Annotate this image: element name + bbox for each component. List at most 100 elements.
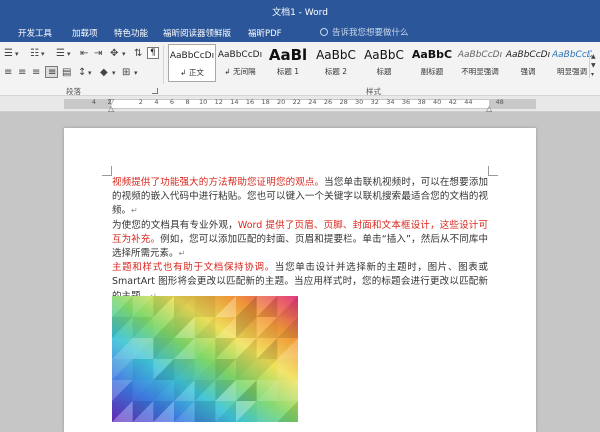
style-normal[interactable]: AaBbCcDı ↲ 正文 [168,44,216,82]
paragraph-mark: ↵ [178,249,186,259]
ruler-number: 24 [308,98,317,106]
show-hide-marks-icon[interactable]: ¶ [147,47,159,59]
tab-foxit-pdf[interactable]: 福昕PDF [248,27,282,39]
ruler-number: 6 [169,98,175,106]
paragraph-group: ☰ ▾ ☷ ▾ ☰ ▾ ⇤ ⇥ ✥ ▾ ⇅ ¶ ≡ ≡ ≡ ≡ ▤ ↕ ▾ ◆ … [0,42,162,96]
style-preview: AaBbCcDı [552,50,592,60]
style-preview: AaBbC [411,48,453,61]
document-body[interactable]: 视频提供了功能强大的方法帮助您证明您的观点。当您单击联机视频时，可以在想要添加的… [112,176,488,304]
para3-red-text: 主题和样式也有助于文档保持协调。 [112,262,275,274]
ruler-number: 32 [370,98,379,106]
ruler-number: 8 [185,98,190,106]
justify-icon[interactable]: ≡ [45,66,58,78]
multilevel-list-icon[interactable]: ☰ [56,49,65,59]
horizontal-ruler[interactable]: 4 2 2 4 6 8 10 12 14 16 18 20 22 24 26 28 30 32 34 36 38 40 42… [0,96,600,113]
numbering-dropdown-icon[interactable]: ▾ [41,49,45,59]
style-heading-2[interactable]: AaBbC 标题 2 [312,44,360,82]
style-preview: AaBbC [364,48,404,62]
ruler-number: 38 [417,98,426,106]
lightbulb-icon [320,28,328,36]
para2-text: 例如，您可以添加匹配的封面、页眉和提要栏。单击“插入”，然后从不同库中选择所需元… [112,233,488,260]
chinese-layout-icon[interactable]: ✥ [110,49,118,59]
style-emphasis[interactable]: AaBbCcDı 强调 [504,44,552,82]
chinese-layout-dropdown-icon[interactable]: ▾ [122,49,126,59]
style-preview: AaBbCcDı [169,51,215,61]
align-right-icon[interactable]: ≡ [32,68,40,78]
ruler-number: 4 [91,98,97,106]
document-workspace: 视频提供了功能强大的方法帮助您证明您的观点。当您单击联机视频时，可以在想要添加的… [0,112,600,432]
style-preview: AaBbC [316,48,356,62]
align-center-icon[interactable]: ≡ [18,68,26,78]
tab-foxit-reader[interactable]: 福昕阅读器领鲜版 [163,27,231,39]
line-spacing-icon[interactable]: ↕ [78,68,86,78]
style-name: 副标题 [420,67,444,76]
style-intense-emphasis[interactable]: AaBbCcDı 明显强调 [552,44,592,82]
borders-icon[interactable]: ⊞ [122,68,130,78]
paragraph-dialog-launcher-icon[interactable] [152,88,158,94]
margin-corner-tr [488,166,498,176]
increase-indent-icon[interactable]: ⇥ [94,49,102,59]
style-subtle-emphasis[interactable]: AaBbCcDı 不明显强调 [456,44,504,82]
style-name: 标题 [376,67,392,76]
ruler-number: 30 [355,98,364,106]
title-bar: 文档1 - Word [0,0,600,22]
ruler-number: 42 [448,98,457,106]
ruler-number: 12 [214,98,223,106]
bullets-dropdown-icon[interactable]: ▾ [15,49,19,59]
tell-me-placeholder: 告诉我您想要做什么 [332,28,409,38]
shading-dropdown-icon[interactable]: ▾ [112,68,116,78]
ruler-number: 36 [401,98,411,106]
document-page[interactable]: 视频提供了功能强大的方法帮助您证明您的观点。当您单击联机视频时，可以在想要添加的… [64,128,536,432]
rainbow-polygon-image[interactable] [112,296,298,422]
ruler-number: 34 [386,98,395,106]
line-spacing-dropdown-icon[interactable]: ▾ [88,68,92,78]
style-heading-1[interactable]: AaBl 标题 1 [264,44,312,82]
margin-corner-tl [102,166,112,176]
style-name: ↲ 正文 [180,68,204,77]
style-preview: AaBbCcDı [457,50,503,60]
ruler-number: 10 [199,98,208,106]
style-subtitle[interactable]: AaBbC 副标题 [408,44,456,82]
align-left-icon[interactable]: ≡ [4,68,12,78]
ruler-number: 22 [292,98,301,106]
style-name: 不明显强调 [461,67,499,76]
ruler-number: 26 [323,98,333,106]
window-title: 文档1 - Word [272,8,328,18]
decrease-indent-icon[interactable]: ⇤ [80,49,88,59]
multilevel-dropdown-icon[interactable]: ▾ [67,49,71,59]
borders-dropdown-icon[interactable]: ▾ [134,68,138,78]
style-no-spacing[interactable]: AaBbCcDı ↲ 无间隔 [216,44,264,82]
style-preview: AaBl [268,46,308,64]
ruler-number: 40 [433,98,442,106]
paragraph-mark: ↵ [131,206,138,216]
styles-gallery: AaBbCcDı ↲ 正文 AaBbCcDı ↲ 无间隔 AaBl 标题 1 A… [166,44,592,82]
pilcrow-icon: ¶ [150,48,156,58]
tab-add-ins[interactable]: 加载项 [72,27,98,39]
group-divider [163,46,164,84]
tab-developer[interactable]: 开发工具 [18,27,52,39]
distributed-icon[interactable]: ▤ [62,68,71,78]
ruler-number: 28 [339,98,348,106]
para2-text-start: 为使您的文档具有专业外观， [112,219,238,231]
tell-me-box[interactable]: 告诉我您想要做什么 [320,26,409,38]
style-name: 标题 2 [324,67,348,76]
style-name: ↲ 无间隔 [224,67,256,76]
ruler-number: 4 [154,98,159,106]
more-styles-icon[interactable]: ▾ [591,70,594,80]
ruler-number: 44 [464,98,473,106]
tab-special-features[interactable]: 特色功能 [114,27,148,39]
style-title[interactable]: AaBbC 标题 [360,44,408,82]
numbering-icon[interactable]: ☷ [30,49,39,59]
ruler-number: 48 [495,98,504,106]
style-name: 强调 [520,67,536,76]
sort-icon[interactable]: ⇅ [134,49,142,59]
styles-scroll[interactable]: ▲ ▼ ▾ [589,50,597,78]
ribbon-tabs: 开发工具 加载项 特色功能 福昕阅读器领鲜版 福昕PDF 告诉我您想要做什么 [0,22,600,42]
style-name: 标题 1 [276,67,300,76]
style-name: 明显强调 [557,67,587,76]
justify-lines-icon: ≡ [48,67,57,78]
bullets-icon[interactable]: ☰ [4,49,13,59]
shading-icon[interactable]: ◆ [100,68,108,78]
style-preview: AaBbCcDı [217,50,263,60]
para1-red-text: 视频提供了功能强大的方法帮助您证明您的观点。 [112,177,325,188]
